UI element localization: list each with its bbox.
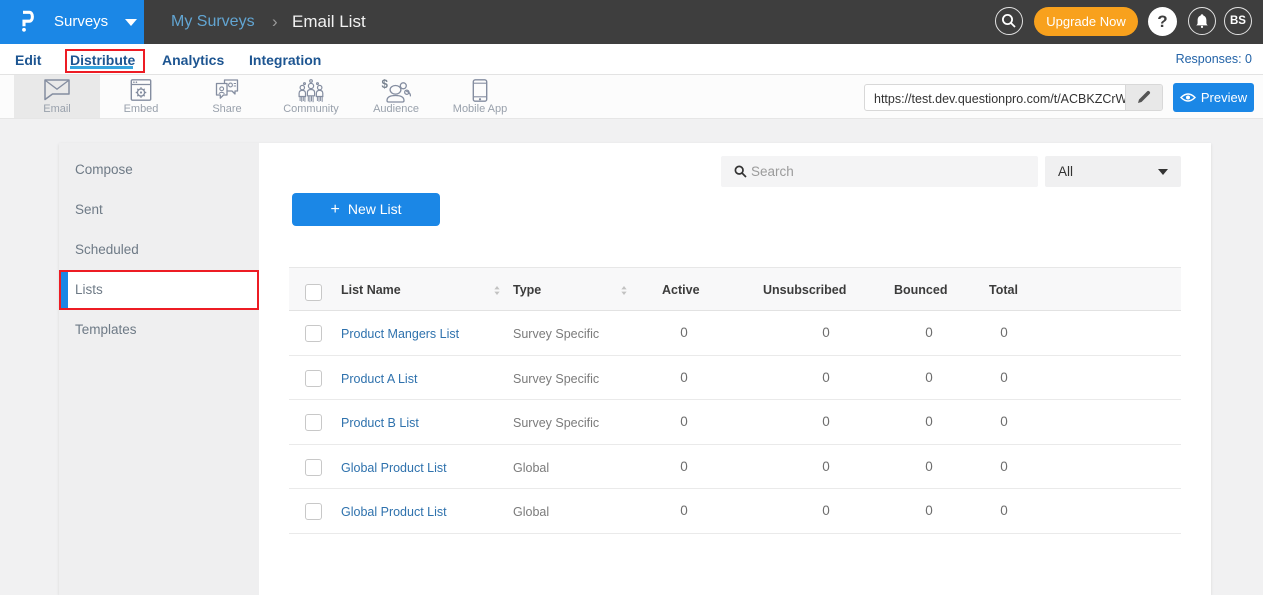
svg-text:$: $	[382, 79, 389, 91]
